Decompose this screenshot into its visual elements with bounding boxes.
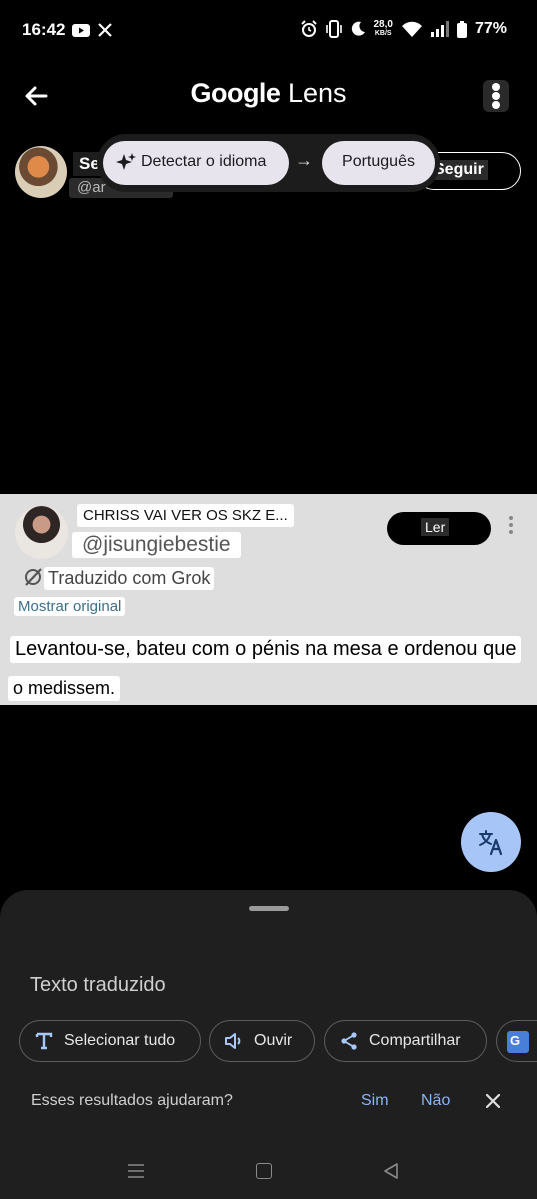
target-language-label: Português — [342, 153, 415, 170]
post-display-name[interactable]: CHRISS VAI VER OS SKZ E... — [77, 504, 294, 527]
text-select-icon — [35, 1032, 53, 1050]
feedback-question: Esses resultados ajudaram? — [31, 1092, 233, 1109]
notification-icons — [72, 23, 112, 37]
target-language-chip[interactable]: Português — [322, 141, 435, 185]
translated-text-line[interactable]: o medissem. — [8, 676, 121, 701]
sparkle-icon — [116, 153, 136, 170]
vibrate-icon — [325, 20, 342, 38]
menu-dot — [492, 101, 500, 109]
home-icon[interactable] — [256, 1163, 272, 1179]
lens-screen: 16:42 28,0 KB/S 77% Google Lens Se @ar S… — [0, 0, 537, 1199]
sheet-title: Texto traduzido — [30, 974, 166, 996]
app-title-product: Lens — [287, 78, 347, 108]
translated-text-line[interactable]: Levantou-se, bateu com o pénis na mesa e… — [10, 636, 522, 663]
status-bar: 16:42 28,0 KB/S 77% — [0, 0, 537, 62]
feedback-no-button[interactable]: Não — [421, 1092, 450, 1110]
menu-dot — [492, 83, 500, 91]
post-more-icon[interactable] — [505, 516, 517, 542]
select-all-label: Selecionar tudo — [64, 1032, 176, 1049]
read-button[interactable]: Ler — [387, 512, 491, 545]
arrow-right-icon: → — [295, 150, 313, 170]
grok-icon — [25, 568, 42, 586]
x-app-icon — [98, 23, 112, 37]
more-options-button[interactable] — [483, 80, 509, 112]
do-not-disturb-moon-icon — [351, 21, 365, 36]
action-chips: Selecionar tudo Ouvir Compartilhar G — [19, 1020, 537, 1062]
app-bar: Google Lens — [0, 70, 537, 122]
close-icon[interactable] — [484, 1092, 502, 1110]
translate-fab[interactable] — [461, 812, 521, 872]
post-handle[interactable]: @jisungiebestie — [72, 532, 241, 558]
speaker-icon — [225, 1033, 241, 1049]
share-icon — [341, 1032, 357, 1050]
alarm-icon — [300, 20, 317, 37]
battery-percent: 77% — [474, 20, 507, 37]
share-chip[interactable]: Compartilhar — [324, 1020, 487, 1062]
app-title: Google Lens — [0, 78, 537, 109]
source-language-chip[interactable]: Detectar o idioma — [103, 141, 289, 185]
feedback-yes-button[interactable]: Sim — [361, 1092, 389, 1110]
translate-icon — [479, 830, 503, 856]
google-translate-chip[interactable]: G — [496, 1020, 537, 1062]
youtube-icon — [72, 23, 90, 37]
sheet-drag-handle[interactable] — [249, 906, 289, 911]
google-translate-icon: G — [507, 1031, 529, 1053]
status-time: 16:42 — [22, 20, 66, 39]
network-speed: 28,0 KB/S — [374, 20, 393, 38]
listen-label: Ouvir — [254, 1032, 293, 1049]
source-language-label: Detectar o idioma — [141, 153, 267, 170]
share-label: Compartilhar — [369, 1032, 461, 1049]
network-speed-unit: KB/S — [374, 30, 392, 37]
listen-chip[interactable]: Ouvir — [209, 1020, 315, 1062]
avatar — [15, 506, 68, 559]
system-nav-bar — [0, 1150, 537, 1195]
read-button-label: Ler — [421, 518, 450, 536]
avatar — [15, 146, 67, 198]
show-original-link[interactable]: Mostrar original — [14, 597, 126, 616]
language-selector: Detectar o idioma → Português — [97, 134, 440, 192]
battery-icon — [456, 20, 467, 38]
translated-by-grok-note[interactable]: Traduzido com Grok — [44, 567, 215, 590]
select-all-chip[interactable]: Selecionar tudo — [19, 1020, 201, 1062]
app-title-brand: Google — [190, 78, 281, 108]
recents-icon[interactable] — [127, 1164, 145, 1178]
status-right: 28,0 KB/S 77% — [300, 20, 507, 38]
wifi-icon — [401, 21, 422, 37]
nav-back-icon[interactable] — [382, 1162, 400, 1180]
translated-post-card: CHRISS VAI VER OS SKZ E... @jisungiebest… — [0, 494, 537, 705]
cellular-signal-icon — [430, 21, 449, 37]
menu-dot — [492, 92, 500, 100]
